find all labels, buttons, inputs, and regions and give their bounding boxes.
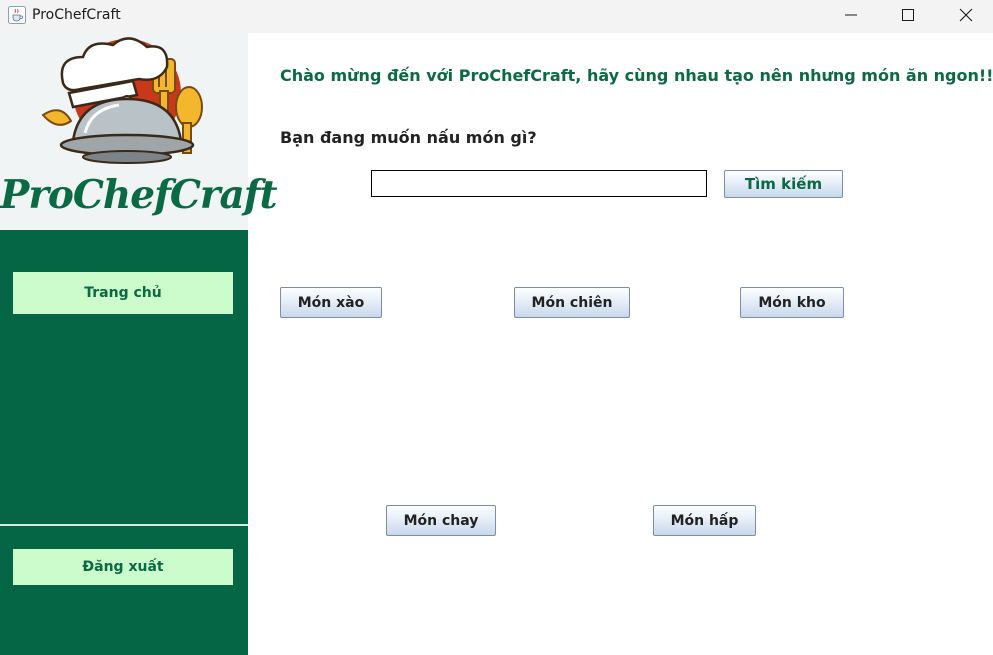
window-title: ProChefCraft	[32, 7, 121, 23]
chef-hat-cloche-logo	[41, 37, 203, 164]
logout-button[interactable]: Đăng xuất	[13, 549, 233, 585]
logo-text: ProChefCraft	[0, 172, 278, 218]
search-button[interactable]: Tìm kiếm	[724, 170, 843, 198]
maximize-icon	[902, 9, 914, 21]
java-cup-icon	[8, 6, 26, 24]
question-label: Bạn đang muốn nấu món gì?	[280, 128, 537, 147]
title-bar: ProChefCraft	[0, 0, 993, 33]
logo-panel: ProChefCraft	[0, 33, 278, 230]
vegetarian-button[interactable]: Món chay	[386, 505, 496, 536]
close-icon	[959, 8, 973, 22]
search-input[interactable]	[371, 170, 707, 197]
welcome-message: Chào mừng đến với ProChefCraft, hãy cùng…	[280, 66, 993, 85]
stir-fry-button[interactable]: Món xào	[280, 287, 382, 318]
sidebar-footer	[0, 526, 248, 655]
fried-button[interactable]: Món chiên	[514, 287, 630, 318]
maximize-button[interactable]	[879, 0, 937, 30]
close-button[interactable]	[937, 0, 993, 30]
braised-button[interactable]: Món kho	[740, 287, 844, 318]
steamed-button[interactable]: Món hấp	[653, 505, 756, 536]
home-button[interactable]: Trang chủ	[13, 272, 233, 314]
minimize-button[interactable]	[822, 0, 880, 30]
minimize-icon	[845, 14, 857, 16]
